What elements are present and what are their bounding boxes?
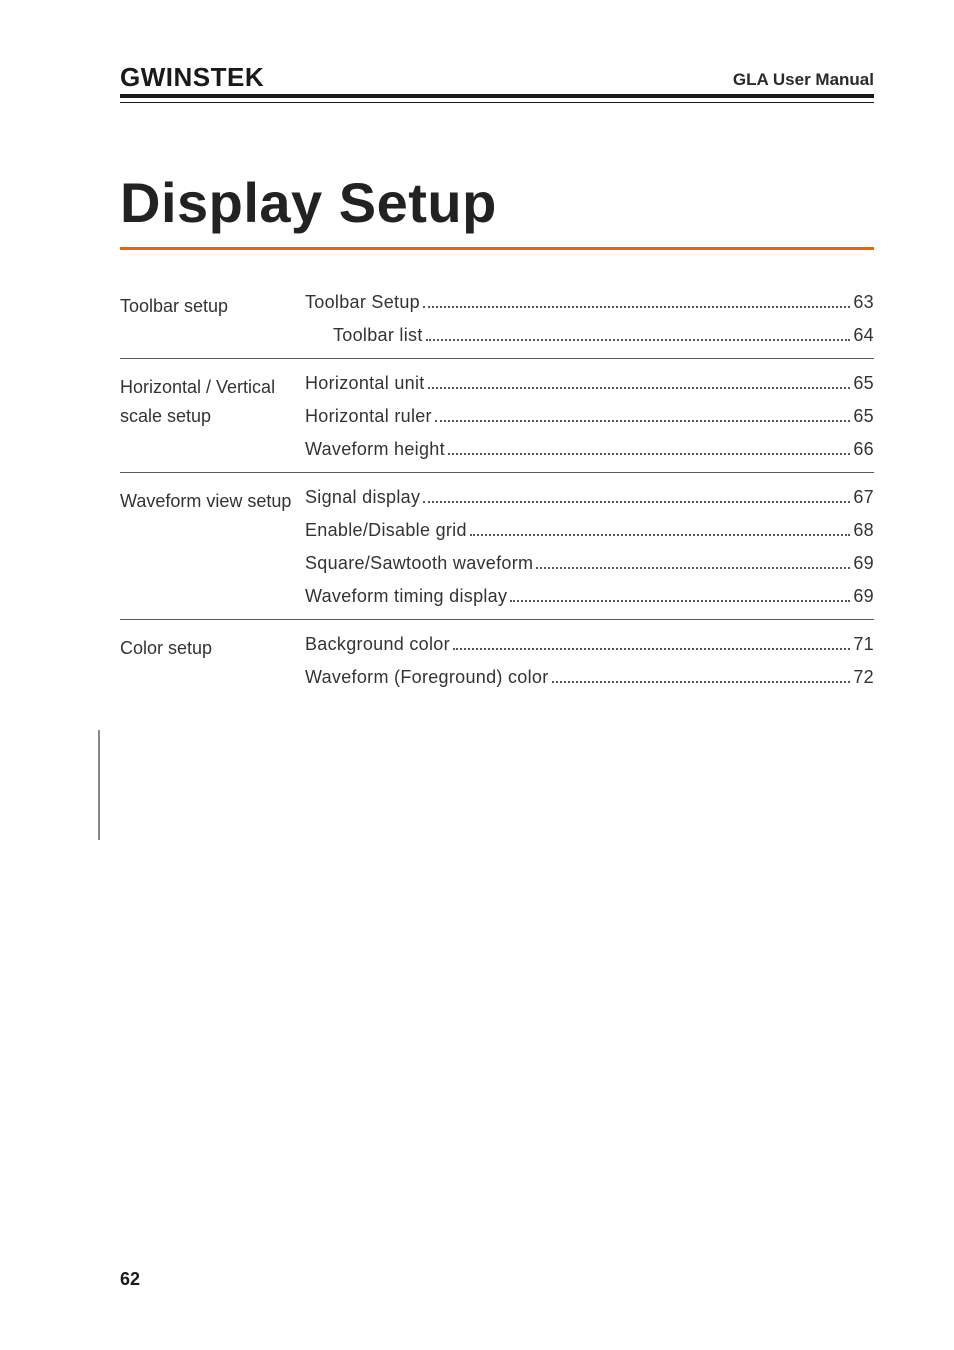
toc-entry: Waveform height 66: [305, 433, 874, 466]
toc-leader-dots: [423, 501, 850, 503]
toc-entry-text: Waveform (Foreground) color: [305, 667, 549, 688]
toc-section: Color setupBackground color 71 Waveform (F…: [120, 620, 874, 700]
toc-entry-text: Waveform timing display: [305, 586, 507, 607]
toc-entries: Horizontal unit 65 Horizontal ruler 65 Wavef…: [305, 367, 874, 466]
toc-entry-text: Square/Sawtooth waveform: [305, 553, 533, 574]
document-title: GLA User Manual: [733, 70, 874, 90]
toc-leader-dots: [448, 453, 850, 455]
toc-section: Toolbar setupToolbar Setup 63 Toolbar list…: [120, 278, 874, 359]
toc-entries: Signal display 67 Enable/Disable grid 68 Squ…: [305, 481, 874, 613]
toc-entry-text: Background color: [305, 634, 450, 655]
toc-entry-text: Enable/Disable grid: [305, 520, 467, 541]
toc-entry-page: 67: [853, 487, 874, 508]
toc-entries: Background color 71 Waveform (Foreground) …: [305, 628, 874, 694]
toc-entry: Toolbar Setup 63: [305, 286, 874, 319]
toc-entry-page: 65: [853, 373, 874, 394]
toc-leader-dots: [435, 420, 851, 422]
toc-entry: Signal display 67: [305, 481, 874, 514]
toc-leader-dots: [470, 534, 851, 536]
toc-entry: Horizontal ruler 65: [305, 400, 874, 433]
toc-entry: Waveform (Foreground) color 72: [305, 661, 874, 694]
toc-entries: Toolbar Setup 63 Toolbar list 64: [305, 286, 874, 352]
toc-entry: Horizontal unit 65: [305, 367, 874, 400]
toc-section: Horizontal / Vertical scale setupHorizon…: [120, 359, 874, 473]
toc-section-label: Horizontal / Vertical scale setup: [120, 367, 305, 466]
toc-leader-dots: [510, 600, 850, 602]
toc-entry-text: Horizontal unit: [305, 373, 425, 394]
toc-leader-dots: [428, 387, 851, 389]
toc-entry-page: 63: [853, 292, 874, 313]
toc-leader-dots: [536, 567, 850, 569]
toc-leader-dots: [423, 306, 850, 308]
toc-entry-page: 64: [853, 325, 874, 346]
toc-section-label: Waveform view setup: [120, 481, 305, 613]
toc-entry-page: 72: [853, 667, 874, 688]
toc-entry-page: 65: [853, 406, 874, 427]
toc-entry-page: 71: [853, 634, 874, 655]
toc-leader-dots: [426, 339, 851, 341]
toc-entry: Enable/Disable grid 68: [305, 514, 874, 547]
toc-section-label: Color setup: [120, 628, 305, 694]
toc-section: Waveform view setupSignal display 67 Enabl…: [120, 473, 874, 620]
logo-text: GWINSTEK: [120, 64, 264, 90]
toc-entry: Background color 71: [305, 628, 874, 661]
toc-entry-page: 68: [853, 520, 874, 541]
toc-entry-text: Toolbar list: [305, 325, 423, 346]
toc-entry-text: Signal display: [305, 487, 420, 508]
toc-leader-dots: [552, 681, 851, 683]
toc-entry-text: Horizontal ruler: [305, 406, 432, 427]
page-number: 62: [120, 1269, 140, 1290]
toc-entry-page: 69: [853, 586, 874, 607]
toc-entry-text: Toolbar Setup: [305, 292, 420, 313]
toc-entry-page: 66: [853, 439, 874, 460]
toc-entry-page: 69: [853, 553, 874, 574]
chapter-title: Display Setup: [120, 170, 874, 235]
toc-entry-text: Waveform height: [305, 439, 445, 460]
page-header: GWINSTEK GLA User Manual: [120, 64, 874, 98]
title-underline: [120, 247, 874, 250]
toc-entry: Waveform timing display 69: [305, 580, 874, 613]
toc-entry: Square/Sawtooth waveform 69: [305, 547, 874, 580]
toc-entry: Toolbar list 64: [305, 319, 874, 352]
toc-section-label: Toolbar setup: [120, 286, 305, 352]
side-marker: [98, 730, 100, 840]
brand-logo: GWINSTEK: [120, 64, 264, 90]
table-of-contents: Toolbar setupToolbar Setup 63 Toolbar list…: [120, 278, 874, 700]
toc-leader-dots: [453, 648, 850, 650]
